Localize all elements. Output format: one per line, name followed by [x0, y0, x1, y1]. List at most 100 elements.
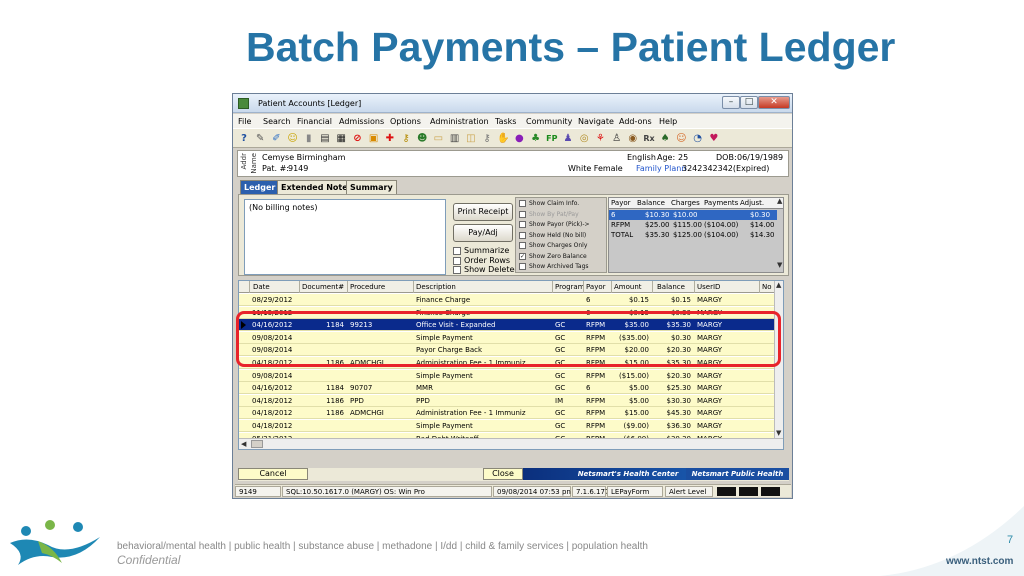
menu-options[interactable]: Options — [390, 117, 421, 126]
maximize-button[interactable]: □ — [740, 96, 758, 109]
summary-row[interactable]: 6 $10.30 $10.00 $0.30 — [609, 210, 777, 220]
menu-administration[interactable]: Administration — [430, 117, 489, 126]
key-icon[interactable]: ⚷ — [399, 132, 413, 146]
col-payor[interactable]: Payor — [586, 283, 606, 291]
table-row[interactable]: 04/18/2012 1186 ADMCHGI Administration Fee … — [239, 407, 777, 420]
scroll-down-arrow[interactable]: ▼ — [777, 261, 782, 269]
scroll-up-arrow[interactable]: ▲ — [777, 198, 782, 205]
calculator-icon[interactable]: ▦ — [334, 132, 348, 146]
table-row[interactable]: 04/18/2012 Simple Payment GC RFPM ($9.00) $36… — [239, 420, 777, 432]
menu-tasks[interactable]: Tasks — [495, 117, 516, 126]
menu-navigate[interactable]: Navigate — [578, 117, 614, 126]
schedule-icon[interactable]: ▣ — [367, 132, 381, 146]
table-row[interactable]: 09/08/2014 Simple Payment GC RFPM ($15.00) $2… — [239, 369, 777, 382]
no-entry-icon[interactable]: ⊘ — [350, 132, 364, 146]
menu-help[interactable]: Help — [659, 117, 677, 126]
col-description[interactable]: Description — [416, 283, 456, 291]
checkbox-box[interactable] — [453, 256, 461, 265]
clock-icon[interactable]: ◔ — [691, 132, 705, 146]
col-userid[interactable]: UserID — [697, 283, 720, 291]
red-cross-icon[interactable]: ✚ — [383, 132, 397, 146]
checkbox-box[interactable] — [519, 231, 526, 239]
menu-search[interactable]: Search — [263, 117, 290, 126]
table-row[interactable]: 04/18/2012 1186 PPD PPD IM RFPM $5.00 $30.30 MAR… — [239, 394, 777, 407]
col-notes[interactable]: No — [762, 283, 772, 291]
menu-add-ons[interactable]: Add-ons — [619, 117, 652, 126]
wrench-icon[interactable]: ✎ — [253, 132, 267, 146]
order-rows-checkbox[interactable]: Order Rows — [453, 256, 510, 265]
document-icon[interactable]: ▤ — [318, 132, 332, 146]
scroll-down-arrow[interactable]: ▼ — [776, 429, 781, 437]
checkbox-box[interactable] — [453, 265, 461, 274]
window-titlebar[interactable]: Patient Accounts [Ledger] – □ ✕ — [233, 94, 792, 113]
show-option-checkbox[interactable]: Show Payor (Pick)-> — [519, 221, 590, 228]
col-procedure[interactable]: Procedure — [350, 283, 385, 291]
child-icon[interactable]: ♙ — [610, 132, 624, 146]
menu-file[interactable]: File — [238, 117, 251, 126]
show-option-checkbox[interactable]: Show Archived Tags — [519, 263, 589, 270]
help-icon[interactable]: ? — [237, 132, 251, 146]
show-option-checkbox[interactable]: Show Charges Only — [519, 242, 587, 249]
show-option-checkbox[interactable]: ✓ Show Zero Balance — [519, 252, 587, 260]
tab-summary[interactable]: Summary — [346, 180, 397, 194]
folder-open-icon[interactable]: ◫ — [464, 132, 478, 146]
col-document[interactable]: Document# — [302, 283, 344, 291]
printer-icon[interactable]: ▥ — [448, 132, 462, 146]
close-button[interactable]: Close — [483, 468, 523, 480]
billing-notes[interactable]: (No billing notes) — [244, 199, 446, 275]
coins-icon[interactable]: ◎ — [577, 132, 591, 146]
capsule-icon[interactable]: ● — [512, 132, 526, 146]
ribbon-icon[interactable]: ⚘ — [593, 132, 607, 146]
scroll-up-arrow[interactable]: ▲ — [776, 281, 781, 289]
scroll-thumb[interactable] — [251, 440, 263, 448]
show-option-checkbox[interactable]: Show Held (No bill) — [519, 231, 586, 239]
battery-icon[interactable]: ▮ — [302, 132, 316, 146]
summary-row[interactable]: TOTAL $35.30 $125.00 ($104.00) $14.30 — [609, 230, 777, 240]
website[interactable]: www.ntst.com — [946, 556, 1013, 567]
show-deleted-checkbox[interactable]: Show Deleted — [453, 265, 520, 274]
check-icon[interactable]: ✓ — [519, 252, 526, 260]
family-icon[interactable]: ♟ — [561, 132, 575, 146]
tree-icon[interactable]: ♠ — [658, 132, 672, 146]
scroll-left-arrow[interactable]: ◀ — [241, 440, 246, 448]
name-tab[interactable]: Name — [250, 153, 258, 174]
col-program[interactable]: Program — [555, 283, 585, 291]
pay-adj-button[interactable]: Pay/Adj — [453, 224, 513, 242]
tab-ledger[interactable]: Ledger — [240, 180, 280, 194]
print-receipt-button[interactable]: Print Receipt — [453, 203, 513, 221]
checkbox-box[interactable] — [453, 246, 461, 255]
checkbox-box[interactable] — [519, 200, 526, 207]
bear-icon[interactable]: ◉ — [626, 132, 640, 146]
col-amount[interactable]: Amount — [614, 283, 642, 291]
show-option-checkbox[interactable]: Show By Pat/Pay — [519, 210, 579, 218]
folder-icon[interactable]: ▭ — [431, 132, 445, 146]
checkbox-box[interactable] — [519, 221, 526, 228]
menu-financial[interactable]: Financial — [297, 117, 332, 126]
ledger-horizontal-scrollbar[interactable]: ◀ — [239, 438, 783, 449]
people-icon[interactable]: ☻ — [415, 132, 429, 146]
cancel-button[interactable]: Cancel — [238, 468, 308, 480]
smiley-icon[interactable]: ☺ — [286, 132, 300, 146]
col-date[interactable]: Date — [253, 283, 270, 291]
col-balance[interactable]: Balance — [657, 283, 685, 291]
tab-extended-notes[interactable]: Extended Notes — [277, 180, 357, 194]
menu-community[interactable]: Community — [526, 117, 572, 126]
person-icon[interactable]: ☺ — [674, 132, 688, 146]
addr-tab[interactable]: Addr — [240, 153, 248, 169]
show-option-checkbox[interactable]: Show Claim Info. — [519, 200, 579, 207]
checkbox-box[interactable] — [519, 242, 526, 249]
menu-admissions[interactable]: Admissions — [339, 117, 384, 126]
close-window-button[interactable]: ✕ — [758, 96, 790, 109]
minimize-button[interactable]: – — [722, 96, 740, 109]
summarize-checkbox[interactable]: Summarize — [453, 246, 509, 255]
heart-icon[interactable]: ♥ — [707, 132, 721, 146]
pencil-icon[interactable]: ✐ — [269, 132, 283, 146]
hand-icon[interactable]: ✋ — [496, 132, 510, 146]
table-row[interactable]: 08/29/2012 Finance Charge 6 $0.15 $0.15 MARGY — [239, 294, 777, 306]
checkbox-box[interactable] — [519, 263, 526, 270]
leaf-icon[interactable]: ♣ — [529, 132, 543, 146]
keys-icon[interactable]: ⚷ — [480, 132, 494, 146]
summary-row[interactable]: RFPM $25.00 $115.00 ($104.00) $14.00 — [609, 220, 777, 230]
fp-icon[interactable]: FP — [545, 132, 559, 146]
med-rec-icon[interactable]: Rx — [642, 132, 656, 146]
